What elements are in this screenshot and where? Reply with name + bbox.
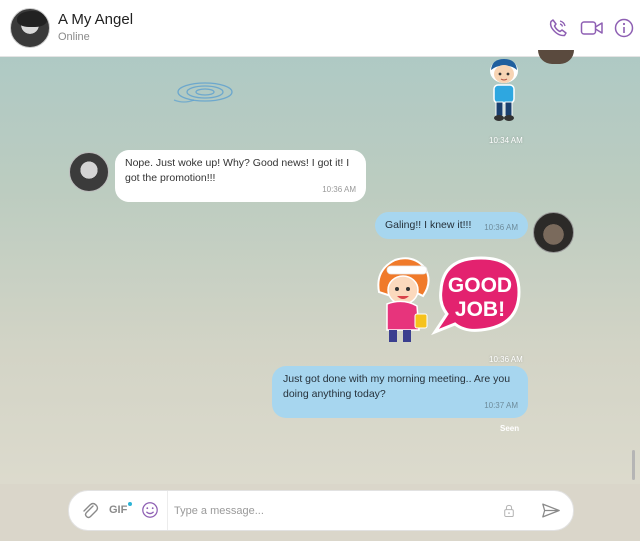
- message-input-wrapper: [167, 491, 497, 530]
- outgoing-message[interactable]: Galing!! I knew it!!! 10:36 AM: [375, 212, 528, 239]
- message-text: Just got done with my morning meeting.. …: [283, 373, 511, 400]
- gif-button[interactable]: GIF: [109, 504, 127, 524]
- chat-scrollbar[interactable]: [632, 450, 635, 480]
- contact-status: Online: [58, 31, 90, 43]
- message-input[interactable]: [174, 491, 497, 530]
- message-composer: GIF: [68, 490, 574, 531]
- background-swirl: [173, 82, 233, 103]
- sticker-text-job: JOB!: [455, 298, 505, 321]
- incoming-message[interactable]: Nope. Just woke up! Why? Good news! I go…: [115, 150, 366, 202]
- message-text: Galing!! I knew it!!!: [385, 219, 472, 231]
- sender-avatar: [538, 50, 574, 64]
- message-time: 10:34 AM: [489, 136, 523, 145]
- contact-avatar[interactable]: [10, 8, 50, 48]
- gif-notification-dot: [128, 502, 132, 506]
- emoji-icon[interactable]: [141, 501, 159, 521]
- contact-name[interactable]: A My Angel: [58, 11, 133, 28]
- message-time: 10:36 AM: [484, 223, 518, 232]
- boy-sticker[interactable]: [484, 57, 524, 123]
- message-time: 10:37 AM: [484, 401, 518, 410]
- message-text: Nope. Just woke up! Why? Good news! I go…: [125, 157, 350, 184]
- info-icon[interactable]: [614, 18, 634, 38]
- good-job-sticker[interactable]: GOOD JOB!: [373, 252, 523, 348]
- message-time: 10:36 AM: [489, 355, 523, 364]
- user-avatar: [533, 212, 574, 253]
- attachment-icon[interactable]: [81, 501, 99, 521]
- contact-avatar-small[interactable]: [69, 152, 109, 192]
- message-time: 10:36 AM: [322, 185, 356, 194]
- sticker-text-good: GOOD: [448, 274, 512, 297]
- send-icon[interactable]: [541, 502, 563, 522]
- video-icon[interactable]: [580, 18, 604, 38]
- phone-icon[interactable]: [548, 18, 568, 38]
- seen-receipt: Seen: [500, 424, 520, 433]
- outgoing-message[interactable]: Just got done with my morning meeting.. …: [272, 366, 528, 418]
- lock-icon[interactable]: [503, 503, 517, 523]
- chat-header: A My Angel Online: [0, 0, 640, 57]
